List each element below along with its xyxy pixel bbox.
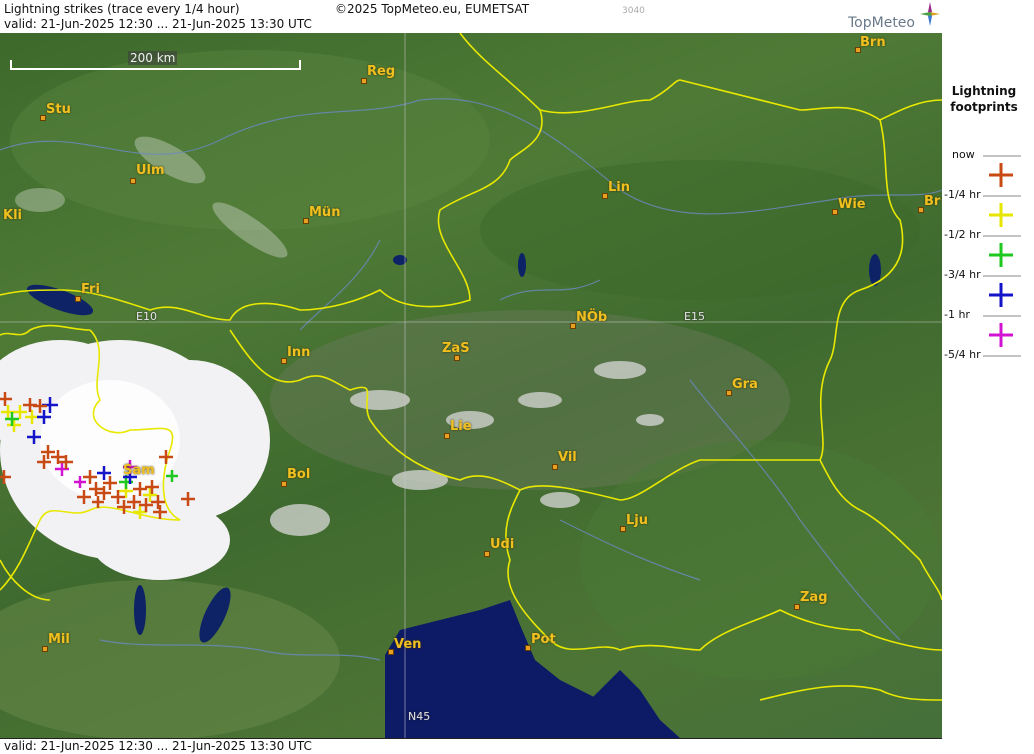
logo-text: TopMeteo <box>848 15 915 31</box>
legend-swatch-quarter <box>983 195 1021 227</box>
legend-swatch-half <box>983 235 1021 267</box>
map-code: 3040 <box>622 6 645 16</box>
compass-icon <box>920 2 940 26</box>
legend-item-quarter: -1/4 hr <box>943 188 1034 228</box>
legend-swatch-one-hour <box>983 315 1021 347</box>
legend-line-five-quarter <box>983 355 1021 357</box>
copyright-text: ©2025 TopMeteo.eu, EUMETSAT <box>335 2 530 16</box>
legend-title: Lightning footprints <box>950 84 1018 114</box>
valid-time-header: valid: 21-Jun-2025 12:30 ... 21-Jun-2025… <box>4 17 312 31</box>
legend-item-half: -1/2 hr <box>943 228 1034 268</box>
legend-item-one-hour: -1 hr <box>943 308 1034 348</box>
legend-item-now: now <box>943 148 1034 188</box>
satellite-map[interactable]: E10 E15 N45 200 km Brn Reg Stu Ulm Mün K… <box>0 33 942 738</box>
valid-time-footer: valid: 21-Jun-2025 12:30 ... 21-Jun-2025… <box>4 739 312 753</box>
map-header: Lightning strikes (trace every 1/4 hour)… <box>0 0 942 34</box>
map-footer: valid: 21-Jun-2025 12:30 ... 21-Jun-2025… <box>0 738 942 754</box>
map-title: Lightning strikes (trace every 1/4 hour) <box>4 2 240 16</box>
legend-swatch-now <box>983 155 1021 187</box>
legend-panel: Lightning footprints now -1/4 hr -1/2 hr… <box>943 0 1034 753</box>
legend-swatch-three-quarter <box>983 275 1021 307</box>
legend-item-five-quarter: -5/4 hr <box>943 348 1034 388</box>
lightning-strikes <box>0 392 195 519</box>
legend-item-three-quarter: -3/4 hr <box>943 268 1034 308</box>
